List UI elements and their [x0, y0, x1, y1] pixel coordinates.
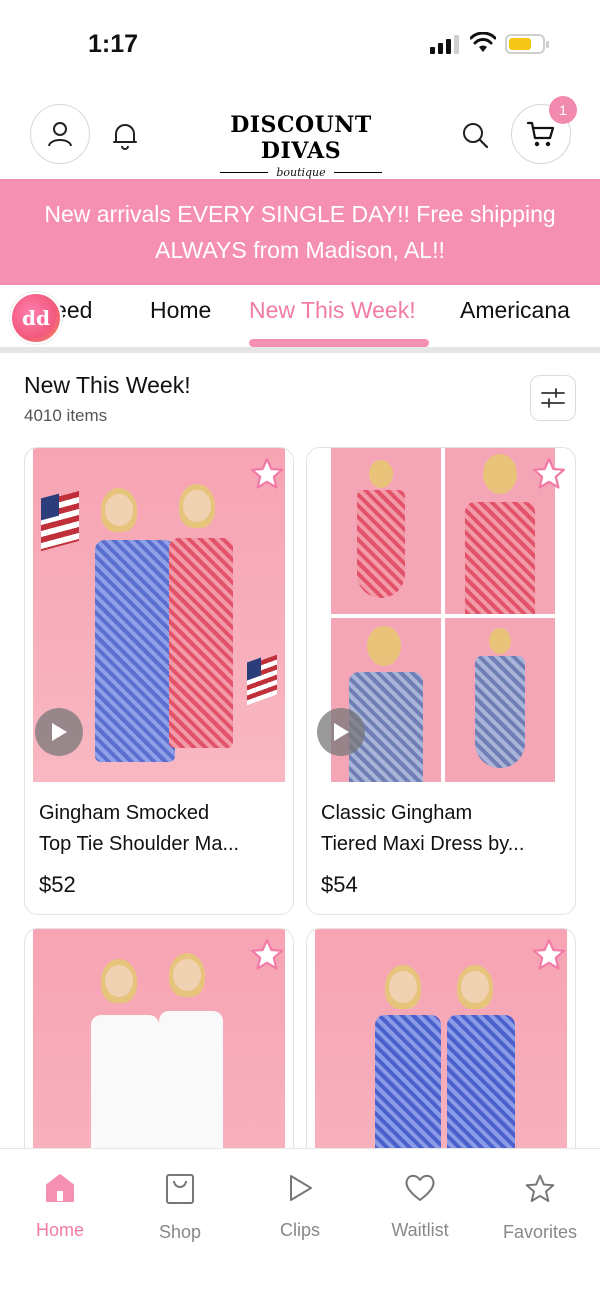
category-tabs: Feed dd Home New This Week! Americana	[0, 285, 600, 351]
nav-clips-label: Clips	[279, 1220, 320, 1240]
product-name-line-1: Classic Gingham	[321, 802, 473, 824]
banner-line-1: New arrivals EVERY SINGLE DAY!! Free shi…	[44, 201, 556, 227]
brand-name: DISCOUNT DIVAS	[230, 112, 372, 164]
home-icon	[46, 1174, 74, 1202]
search-icon[interactable]	[460, 120, 490, 150]
tabs-divider	[0, 347, 600, 353]
bottom-navigation: Home Shop Clips Waitlist Favorites	[0, 1148, 600, 1299]
video-play-button[interactable]	[35, 708, 83, 756]
nav-waitlist[interactable]: Waitlist	[360, 1173, 480, 1241]
play-icon	[290, 1175, 312, 1201]
video-play-button[interactable]	[317, 708, 365, 756]
nav-home[interactable]: Home	[0, 1173, 120, 1241]
active-tab-indicator	[249, 339, 429, 347]
nav-shop[interactable]: Shop	[120, 1173, 240, 1243]
wifi-icon	[470, 32, 496, 52]
nav-favorites-label: Favorites	[502, 1222, 578, 1242]
nav-shop-label: Shop	[158, 1222, 202, 1242]
product-card[interactable]: Gingham Smocked Top Tie Shoulder Ma... $…	[24, 447, 294, 915]
star-icon	[525, 1174, 555, 1202]
nav-favorites[interactable]: Favorites	[480, 1173, 600, 1243]
play-icon	[334, 723, 349, 741]
product-name-line-1: Gingham Smocked	[39, 802, 210, 824]
play-icon	[52, 723, 67, 741]
signal-icon	[430, 35, 459, 54]
bell-icon[interactable]	[110, 120, 140, 150]
product-name: Gingham Smocked Top Tie Shoulder Ma...	[39, 798, 279, 860]
favorite-star-icon[interactable]	[249, 456, 285, 492]
nav-clips[interactable]: Clips	[240, 1173, 360, 1241]
item-count: 4010 items	[24, 406, 108, 425]
promo-banner[interactable]: New arrivals EVERY SINGLE DAY!! Free shi…	[0, 179, 600, 285]
nav-home-label: Home	[35, 1220, 84, 1240]
favorite-star-icon[interactable]	[531, 937, 567, 973]
product-name-line-2: Top Tie Shoulder Ma...	[39, 833, 240, 855]
user-icon	[48, 122, 72, 147]
product-name-line-2: Tiered Maxi Dress by...	[321, 833, 525, 855]
brand-logo[interactable]: DISCOUNT DIVAS boutique	[208, 112, 394, 179]
account-button[interactable]	[30, 104, 90, 164]
cart-icon	[526, 121, 555, 147]
heart-icon	[405, 1174, 435, 1201]
product-name: Classic Gingham Tiered Maxi Dress by...	[321, 798, 561, 860]
boutique-logo-icon[interactable]: dd	[10, 292, 62, 344]
favorite-star-icon[interactable]	[531, 456, 567, 492]
product-card[interactable]: Classic Gingham Tiered Maxi Dress by... …	[306, 447, 576, 915]
cart-count-badge: 1	[549, 96, 577, 124]
nav-waitlist-label: Waitlist	[391, 1220, 449, 1240]
battery-icon	[505, 34, 549, 54]
section-title: New This Week!	[24, 372, 191, 398]
sliders-icon	[541, 388, 565, 408]
app-header: DISCOUNT DIVAS boutique	[0, 90, 600, 179]
bag-icon	[166, 1174, 194, 1204]
product-price: $52	[39, 872, 76, 897]
brand-subtitle: boutique	[276, 166, 326, 179]
favorite-star-icon[interactable]	[249, 937, 285, 973]
tab-americana[interactable]: Americana	[460, 297, 570, 324]
status-time: 1:17	[88, 30, 139, 58]
tab-new-this-week[interactable]: New This Week!	[249, 297, 416, 324]
product-price: $54	[321, 872, 358, 897]
banner-line-2: ALWAYS from Madison, AL!!	[155, 237, 445, 263]
filter-button[interactable]	[530, 375, 576, 421]
status-bar: 1:17	[0, 0, 600, 90]
tab-home[interactable]: Home	[150, 297, 211, 324]
